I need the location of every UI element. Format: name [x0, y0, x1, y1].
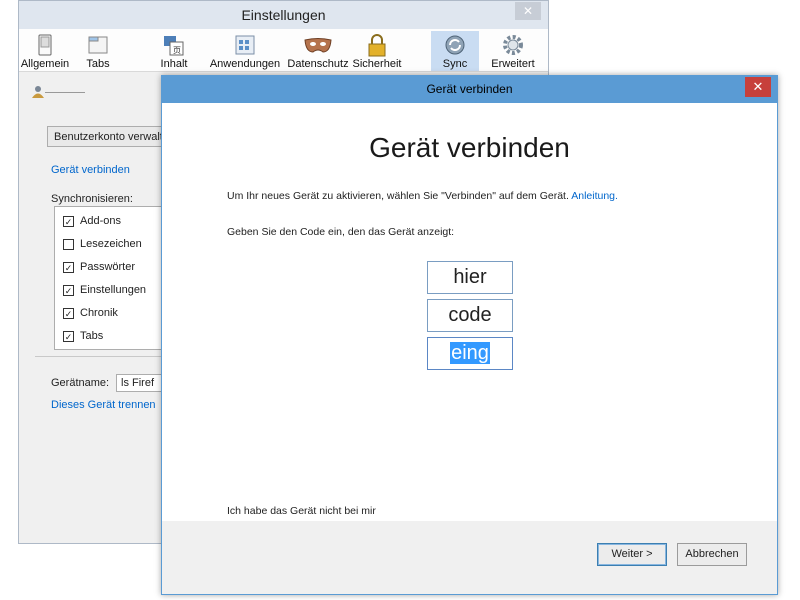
tab-label: Datenschutz [287, 58, 349, 70]
preferences-toolbar: Allgemein Tabs 页 Inhalt Anwendungen Date… [19, 29, 548, 72]
padlock-icon [366, 33, 388, 57]
dialog-title: Gerät verbinden [426, 82, 513, 96]
checkbox[interactable]: ✓ [63, 284, 74, 296]
tab-sync[interactable]: Sync [431, 31, 479, 71]
content-icon: 页 [163, 33, 185, 57]
account-icon [31, 85, 45, 102]
sync-item-bookmarks[interactable]: Lesezeichen [63, 236, 142, 252]
sync-icon [444, 33, 466, 57]
sync-item-addons[interactable]: ✓ Add-ons [63, 213, 121, 229]
tab-label: Tabs [86, 58, 110, 70]
checkbox[interactable]: ✓ [63, 330, 74, 342]
cancel-button[interactable]: Abbrechen [677, 543, 747, 566]
dialog-heading: Gerät verbinden [369, 132, 570, 163]
sync-item-settings[interactable]: ✓ Einstellungen [63, 282, 146, 298]
sync-item-history[interactable]: ✓ Chronik [63, 305, 118, 321]
gear-icon [502, 33, 524, 57]
dialog-close-button[interactable]: ✕ [745, 77, 771, 97]
next-button[interactable]: Weiter > [597, 543, 667, 566]
tab-anwendungen[interactable]: Anwendungen [207, 31, 283, 71]
sync-item-tabs[interactable]: ✓ Tabs [63, 328, 103, 344]
tab-tabs[interactable]: Tabs [81, 31, 115, 71]
sync-item-label: Add-ons [80, 215, 121, 227]
sync-item-label: Lesezeichen [80, 238, 142, 250]
selected-text: eing [450, 342, 490, 364]
code-input-3[interactable]: eing [427, 337, 513, 370]
tab-allgemein[interactable]: Allgemein [19, 31, 71, 71]
sync-item-label: Passwörter [80, 261, 136, 273]
no-device-link[interactable]: Ich habe das Gerät nicht bei mir [227, 505, 376, 517]
preferences-close-button[interactable]: ✕ [515, 2, 541, 20]
svg-text:页: 页 [173, 46, 181, 55]
instruction-text: Um Ihr neues Gerät zu aktivieren, wählen… [227, 190, 618, 202]
instructions-link[interactable]: Anleitung. [571, 190, 618, 202]
tab-datenschutz[interactable]: Datenschutz [287, 31, 349, 71]
tab-label: Erweitert [491, 58, 535, 70]
tab-label: Inhalt [160, 58, 188, 70]
tab-erweitert[interactable]: Erweitert [485, 31, 541, 71]
tabs-icon [87, 33, 109, 57]
switch-icon [34, 33, 56, 57]
connect-device-link[interactable]: Gerät verbinden [51, 164, 130, 176]
checkbox[interactable]: ✓ [63, 261, 74, 273]
device-name-input[interactable]: ls Firef [116, 374, 166, 392]
tab-label: Allgemein [20, 58, 70, 70]
instruction-sentence: Um Ihr neues Gerät zu aktivieren, wählen… [227, 190, 569, 202]
code-input-2[interactable]: code [427, 299, 513, 332]
code-prompt: Geben Sie den Code ein, den das Gerät an… [227, 226, 455, 238]
code-input-1[interactable]: hier [427, 261, 513, 294]
account-separator [45, 92, 85, 93]
sync-item-label: Einstellungen [80, 284, 147, 296]
dialog-titlebar: Gerät verbinden ✕ [162, 76, 777, 103]
sync-item-label: Tabs [80, 330, 104, 342]
disconnect-device-link[interactable]: Dieses Gerät trennen [51, 399, 156, 411]
tab-inhalt[interactable]: 页 Inhalt [157, 31, 191, 71]
checkbox[interactable]: ✓ [63, 307, 74, 319]
device-name-label: Gerätname: [51, 377, 110, 389]
sync-label: Synchronisieren: [51, 193, 133, 205]
tab-label: Anwendungen [209, 58, 281, 70]
applications-icon [234, 33, 256, 57]
tab-label: Sicherheit [352, 58, 402, 70]
preferences-titlebar: Einstellungen ✕ [19, 1, 548, 30]
checkbox[interactable] [63, 238, 74, 250]
tab-sicherheit[interactable]: Sicherheit [349, 31, 405, 71]
sync-item-label: Chronik [80, 307, 118, 319]
sync-item-passwords[interactable]: ✓ Passwörter [63, 259, 135, 275]
connect-device-dialog: Gerät verbinden ✕ Gerät verbinden Um Ihr… [161, 75, 778, 595]
checkbox[interactable]: ✓ [63, 215, 74, 227]
preferences-title: Einstellungen [241, 7, 326, 23]
tab-label: Sync [442, 58, 468, 70]
manage-account-button[interactable]: Benutzerkonto verwalt [47, 126, 167, 147]
mask-icon [303, 33, 333, 57]
